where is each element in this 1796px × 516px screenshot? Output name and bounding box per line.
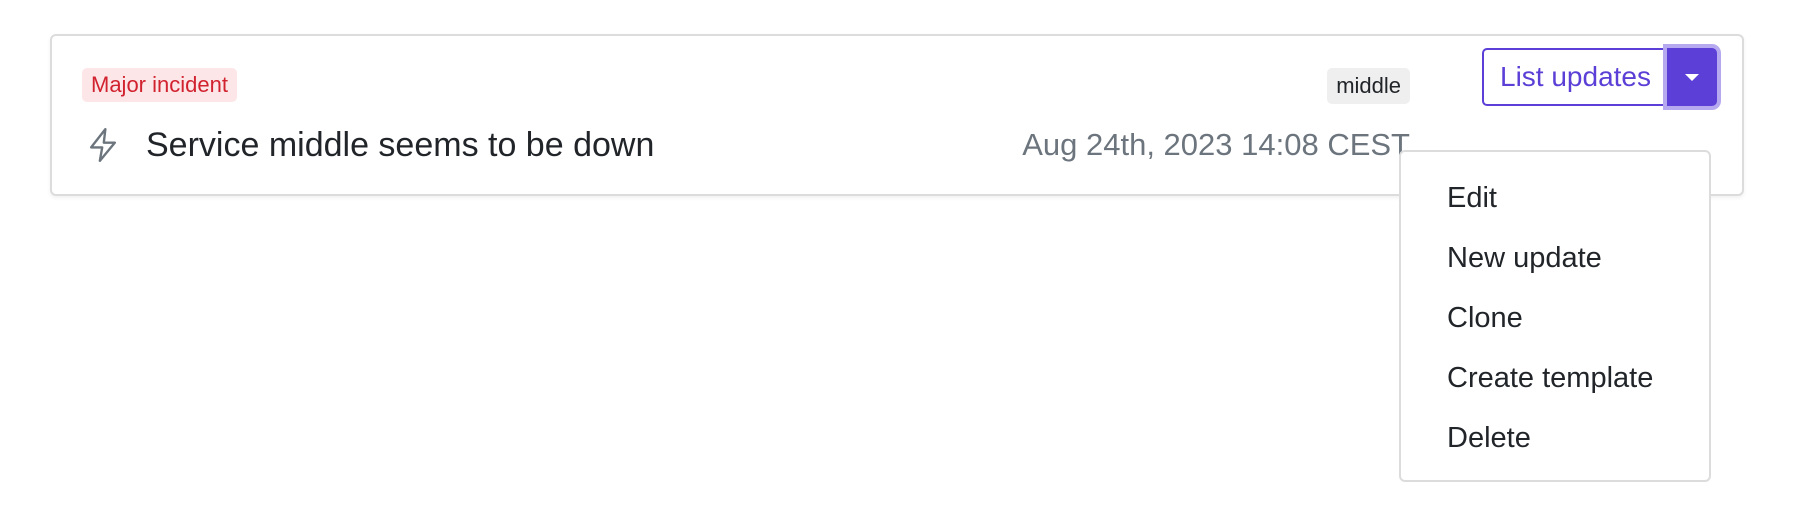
actions-button-group: List updates [1482,48,1717,106]
list-updates-button[interactable]: List updates [1482,48,1667,106]
actions-dropdown-menu: Edit New update Clone Create template De… [1399,150,1711,482]
incident-type-badge: Major incident [82,68,237,102]
menu-item-delete[interactable]: Delete [1401,408,1709,468]
menu-item-create-template[interactable]: Create template [1401,348,1709,408]
incident-title: Service middle seems to be down [146,126,655,164]
menu-item-new-update[interactable]: New update [1401,228,1709,288]
actions-dropdown-toggle[interactable] [1667,48,1717,106]
page: Major incident Service middle seems to b… [0,0,1796,516]
caret-down-icon [1685,73,1699,81]
service-tag: middle [1327,68,1410,104]
incident-timestamp: Aug 24th, 2023 14:08 CEST [1022,127,1410,162]
menu-item-clone[interactable]: Clone [1401,288,1709,348]
lightning-bolt-icon [84,126,122,164]
menu-item-edit[interactable]: Edit [1401,168,1709,228]
